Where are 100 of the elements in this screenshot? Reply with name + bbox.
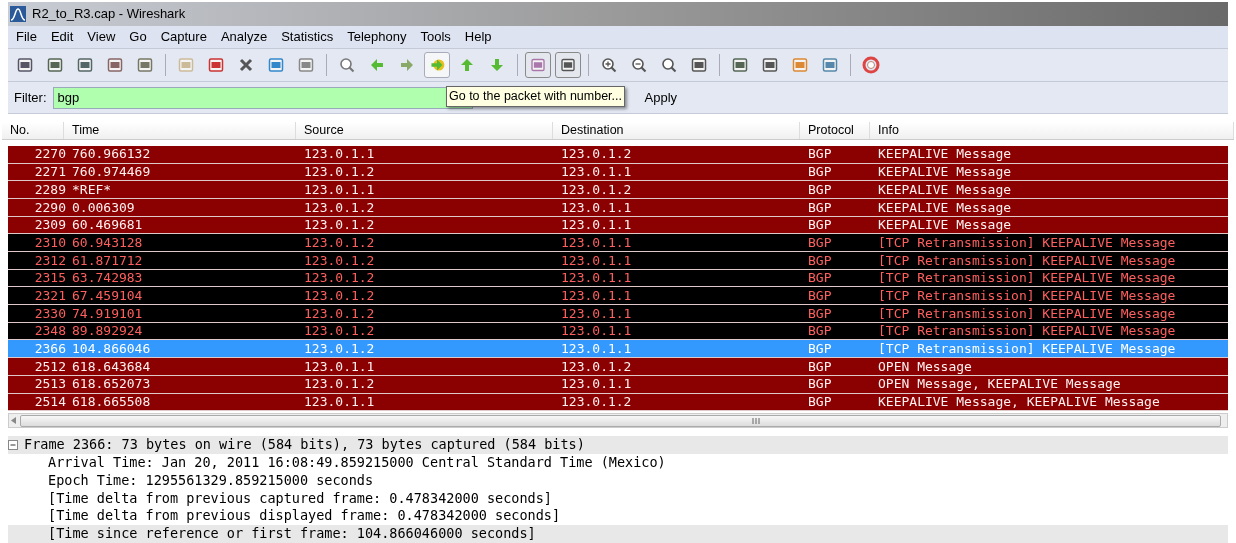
table-cell-text: 2366 (33, 340, 67, 359)
packet-row[interactable]: 2270 760.966132 123.0.1.1 123.0.1.2 BGP KEEPALIVE Message (8, 145, 1228, 164)
packet-row[interactable]: 2512 618.643684 123.0.1.1 123.0.1.2 BGP OPEN Message (8, 358, 1228, 376)
table-cell-text: 2310 (33, 233, 67, 252)
table-cell-text: 67.459104 (71, 286, 144, 305)
menu-item[interactable]: Statistics (281, 27, 334, 47)
apply-link[interactable]: Apply (644, 87, 678, 108)
table-cell-text: BGP (807, 163, 833, 182)
table-cell-text: BGP (807, 340, 833, 359)
table-cell-text: 123.0.1.2 (303, 251, 376, 270)
menu-item[interactable]: View (87, 27, 116, 47)
tree-item[interactable]: [Time delta from previous displayed frame: 0.478342000 seconds] (48, 507, 561, 524)
scroll-left-icon[interactable] (11, 417, 16, 425)
table-cell-text: 123.0.1.2 (303, 340, 376, 359)
table-cell-text: 123.0.1.1 (560, 163, 633, 182)
menu-item[interactable]: Help (464, 27, 492, 47)
table-cell-text: OPEN Message (877, 357, 973, 376)
tree-item[interactable]: Epoch Time: 1295561329.859215000 seconds (48, 471, 374, 488)
table-cell-text: 2289 (33, 180, 67, 199)
menu-item[interactable]: Go (129, 27, 147, 47)
table-cell-text: 123.0.1.1 (303, 393, 376, 412)
tree-item[interactable]: [Time delta from previous captured frame: 0.478342000 seconds] (48, 489, 552, 506)
table-cell-text: KEEPALIVE Message (877, 163, 1013, 182)
table-cell-text: 123.0.1.2 (560, 357, 633, 376)
menu-item[interactable]: Telephony (347, 27, 407, 47)
packet-row[interactable]: 2289 *REF* 123.0.1.1 123.0.1.2 BGP KEEPALIVE Message (8, 181, 1228, 199)
menu-item[interactable]: File (16, 27, 37, 47)
table-cell-text: BGP (807, 304, 833, 323)
horizontal-scrollbar[interactable] (8, 413, 1228, 429)
column-header[interactable]: Destination (553, 121, 800, 139)
packet-row[interactable]: 2310 60.943128 123.0.1.2 123.0.1.1 BGP [TCP Retransmission] KEEPALIVE Message (8, 234, 1228, 252)
table-cell-text: 123.0.1.1 (303, 145, 376, 164)
table-cell-text: KEEPALIVE Message (877, 145, 1013, 164)
table-cell-text: 2348 (33, 322, 67, 341)
table-cell-text: BGP (807, 233, 833, 252)
table-cell-text: [TCP Retransmission] KEEPALIVE Message (877, 340, 1177, 359)
packet-row[interactable]: 2312 61.871712 123.0.1.2 123.0.1.1 BGP [TCP Retransmission] KEEPALIVE Message (8, 252, 1228, 270)
column-header[interactable]: Source (296, 121, 553, 139)
table-cell-text: 123.0.1.1 (560, 322, 633, 341)
app-icon (10, 6, 26, 23)
table-cell-text: 89.892924 (71, 322, 144, 341)
table-cell-text: 61.871712 (71, 251, 144, 270)
scrollbar-thumb[interactable] (20, 414, 1221, 427)
table-cell-text: BGP (807, 322, 833, 341)
table-cell-text: KEEPALIVE Message (877, 198, 1013, 217)
table-cell-text: 123.0.1.1 (303, 180, 376, 199)
menu-item[interactable]: Tools (420, 27, 451, 47)
menu-item[interactable]: Edit (50, 27, 74, 47)
table-cell-text: BGP (807, 180, 833, 199)
packet-row[interactable]: 2330 74.919101 123.0.1.2 123.0.1.1 BGP [TCP Retransmission] KEEPALIVE Message (8, 305, 1228, 323)
table-cell-text: 60.469681 (71, 216, 144, 235)
table-cell-text: 123.0.1.2 (303, 216, 376, 235)
table-cell-text: 123.0.1.1 (560, 304, 633, 323)
menu-item[interactable]: Analyze (220, 27, 268, 47)
table-cell-text: 618.643684 (71, 357, 152, 376)
table-cell-text: BGP (807, 375, 833, 394)
column-header[interactable]: Info (870, 121, 1234, 139)
packet-row[interactable]: 2321 67.459104 123.0.1.2 123.0.1.1 BGP [TCP Retransmission] KEEPALIVE Message (8, 287, 1228, 306)
table-cell-text: 123.0.1.2 (560, 145, 633, 164)
tooltip: Go to the packet with number... (446, 86, 625, 107)
table-cell-text: 123.0.1.2 (303, 286, 376, 305)
table-cell-text: KEEPALIVE Message, KEEPALIVE Message (877, 393, 1161, 412)
table-cell-text: *REF* (71, 180, 113, 199)
table-cell-text: 123.0.1.1 (560, 375, 633, 394)
column-header[interactable]: No. (2, 121, 64, 139)
table-cell-text: BGP (807, 251, 833, 270)
table-cell-text: [TCP Retransmission] KEEPALIVE Message (877, 322, 1177, 341)
table-cell-text: KEEPALIVE Message (877, 180, 1013, 199)
table-cell-text: 63.742983 (71, 269, 144, 288)
collapse-icon[interactable] (8, 440, 18, 451)
table-cell-text: 2321 (33, 286, 67, 305)
table-cell-text: BGP (807, 286, 833, 305)
table-cell-text: 123.0.1.2 (303, 233, 376, 252)
table-cell-text: 2312 (33, 251, 67, 270)
table-cell-text: 2513 (33, 375, 67, 394)
table-cell-text: BGP (807, 216, 833, 235)
table-cell-text: 123.0.1.1 (560, 216, 633, 235)
table-cell-text: 123.0.1.1 (560, 340, 633, 359)
table-cell-text: 123.0.1.2 (303, 269, 376, 288)
table-cell-text: 123.0.1.2 (303, 198, 376, 217)
table-cell-text: 123.0.1.1 (560, 286, 633, 305)
table-cell-text: 123.0.1.2 (560, 393, 633, 412)
grip-icon (752, 417, 760, 424)
table-cell-text: 123.0.1.1 (560, 198, 633, 217)
table-cell-text: 2315 (33, 269, 67, 288)
table-cell-text: 123.0.1.2 (303, 304, 376, 323)
table-cell-text: KEEPALIVE Message (877, 216, 1013, 235)
menu-item[interactable]: Capture (160, 27, 207, 47)
table-cell-text: 123.0.1.1 (560, 269, 633, 288)
table-cell-text: 2290 (33, 198, 67, 217)
column-header[interactable]: Protocol (800, 121, 870, 139)
go-to-icon[interactable] (424, 51, 450, 78)
table-cell-text: 2330 (33, 304, 67, 323)
table-cell-text: BGP (807, 198, 833, 217)
table-cell-text: 2512 (33, 357, 67, 376)
tree-item[interactable]: Arrival Time: Jan 20, 2011 16:08:49.859215000 Central Standard Time (Mexico) (48, 454, 666, 470)
table-cell-text: 618.652073 (71, 375, 152, 394)
table-cell-text: 123.0.1.2 (560, 180, 633, 199)
table-cell-text: [TCP Retransmission] KEEPALIVE Message (877, 251, 1177, 270)
column-header[interactable]: Time (64, 121, 296, 139)
